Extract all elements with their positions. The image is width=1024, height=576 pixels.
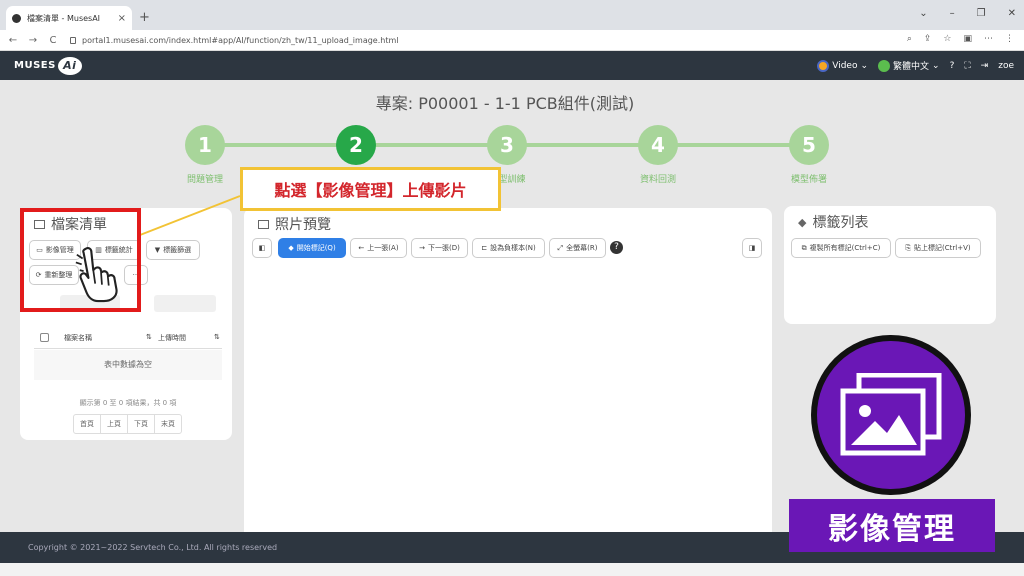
gallery-icon (840, 373, 942, 456)
image-management-label: 影像管理 (789, 499, 995, 552)
image-management-badge (811, 335, 971, 495)
instruction-callout: 點選【影像管理】上傳影片 (240, 167, 501, 211)
pointing-hand-icon (75, 247, 118, 303)
badge-inner (817, 341, 965, 489)
